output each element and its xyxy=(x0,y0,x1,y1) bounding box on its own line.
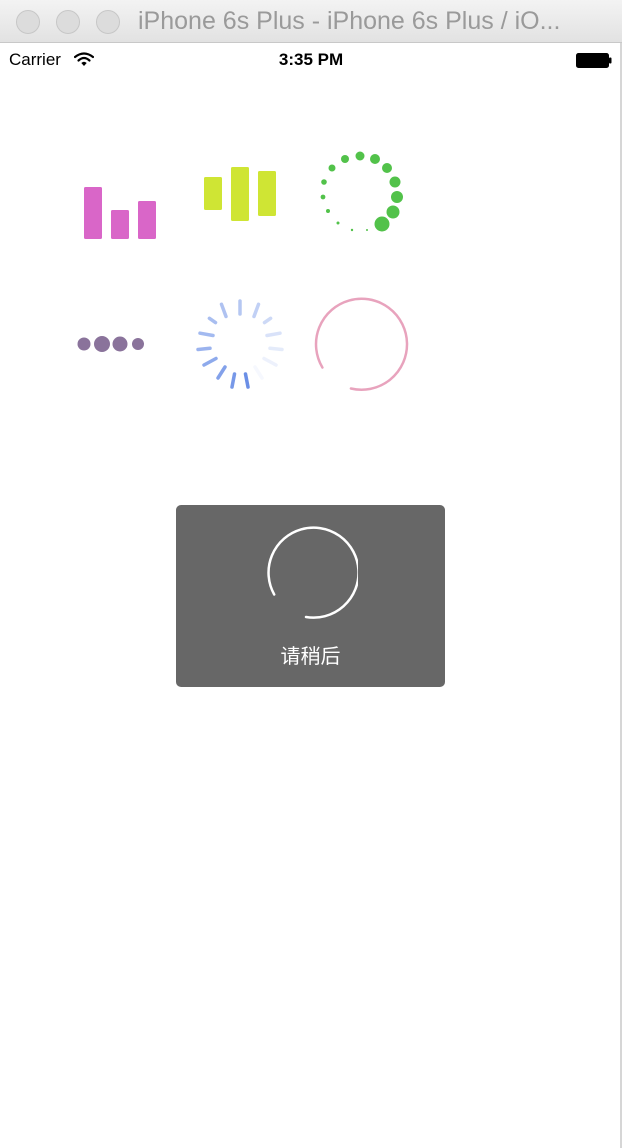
indicator-dot xyxy=(132,338,144,350)
minimize-window-button[interactable] xyxy=(56,10,80,34)
spinner-stroke xyxy=(230,372,237,389)
spinner-stroke xyxy=(198,331,215,338)
indicator-bar xyxy=(84,187,102,239)
indicator-bar xyxy=(204,177,222,210)
hud-message: 请稍后 xyxy=(280,646,341,668)
indicator-dot xyxy=(350,228,354,232)
spinner-stroke xyxy=(268,346,284,352)
indicator-dot xyxy=(112,336,128,352)
battery-icon xyxy=(576,53,612,68)
indicator-bar xyxy=(111,210,129,239)
indicator-dot xyxy=(341,155,349,163)
spinner-stroke xyxy=(243,372,250,389)
status-time: 3:35 PM xyxy=(278,50,344,69)
spinner-stroke xyxy=(252,302,261,319)
spinner-stroke xyxy=(196,346,212,352)
indicator-dot xyxy=(326,209,330,213)
indicator-dot xyxy=(386,205,400,219)
bar-pulse-indicator-magenta xyxy=(84,187,156,239)
spinner-stroke xyxy=(207,316,218,325)
progress-hud: 请稍后 xyxy=(176,505,445,687)
indicator-dot xyxy=(391,191,403,203)
spinner-stroke xyxy=(265,331,282,338)
indicator-dot xyxy=(355,151,365,161)
spinner-stroke xyxy=(216,365,227,380)
hud-spinner-icon xyxy=(267,526,358,619)
ring-spinner-indicator-pink xyxy=(314,297,409,392)
indicator-dot xyxy=(77,337,91,351)
spinner-stroke xyxy=(253,365,264,380)
indicator-dot xyxy=(328,164,336,172)
zoom-window-button[interactable] xyxy=(96,10,120,34)
spinner-stroke xyxy=(262,316,273,325)
indicator-dot xyxy=(366,229,368,231)
indicator-bar xyxy=(231,167,249,221)
indicator-dot xyxy=(94,336,110,352)
indicator-dot xyxy=(320,194,326,200)
window-title: iPhone 6s Plus - iPhone 6s Plus / iO... xyxy=(138,7,561,35)
spinner-stroke xyxy=(262,356,278,367)
window-titlebar: iPhone 6s Plus - iPhone 6s Plus / iO... xyxy=(0,0,622,43)
close-window-button[interactable] xyxy=(16,10,40,34)
indicator-dot xyxy=(382,163,392,173)
indicator-bar xyxy=(258,171,276,216)
indicator-dot xyxy=(374,216,390,232)
simulator-window: iPhone 6s Plus - iPhone 6s Plus / iO... … xyxy=(0,0,622,1148)
indicator-dot xyxy=(336,221,340,225)
bar-scale-indicator-lime xyxy=(204,167,276,221)
spinner-arc xyxy=(314,297,409,392)
dot-wave-indicator-purple xyxy=(77,336,144,352)
indicator-bar xyxy=(138,201,156,239)
dot-circle-indicator-green xyxy=(320,151,403,232)
indicator-dot xyxy=(370,154,380,164)
indicator-dot xyxy=(321,179,327,185)
indicator-dot xyxy=(389,176,401,188)
line-spinner-indicator-blue xyxy=(196,299,284,389)
ios-status-bar: Carrier 3:35 PM xyxy=(0,44,622,76)
spinner-stroke xyxy=(219,302,228,319)
spinner-stroke xyxy=(202,356,218,367)
